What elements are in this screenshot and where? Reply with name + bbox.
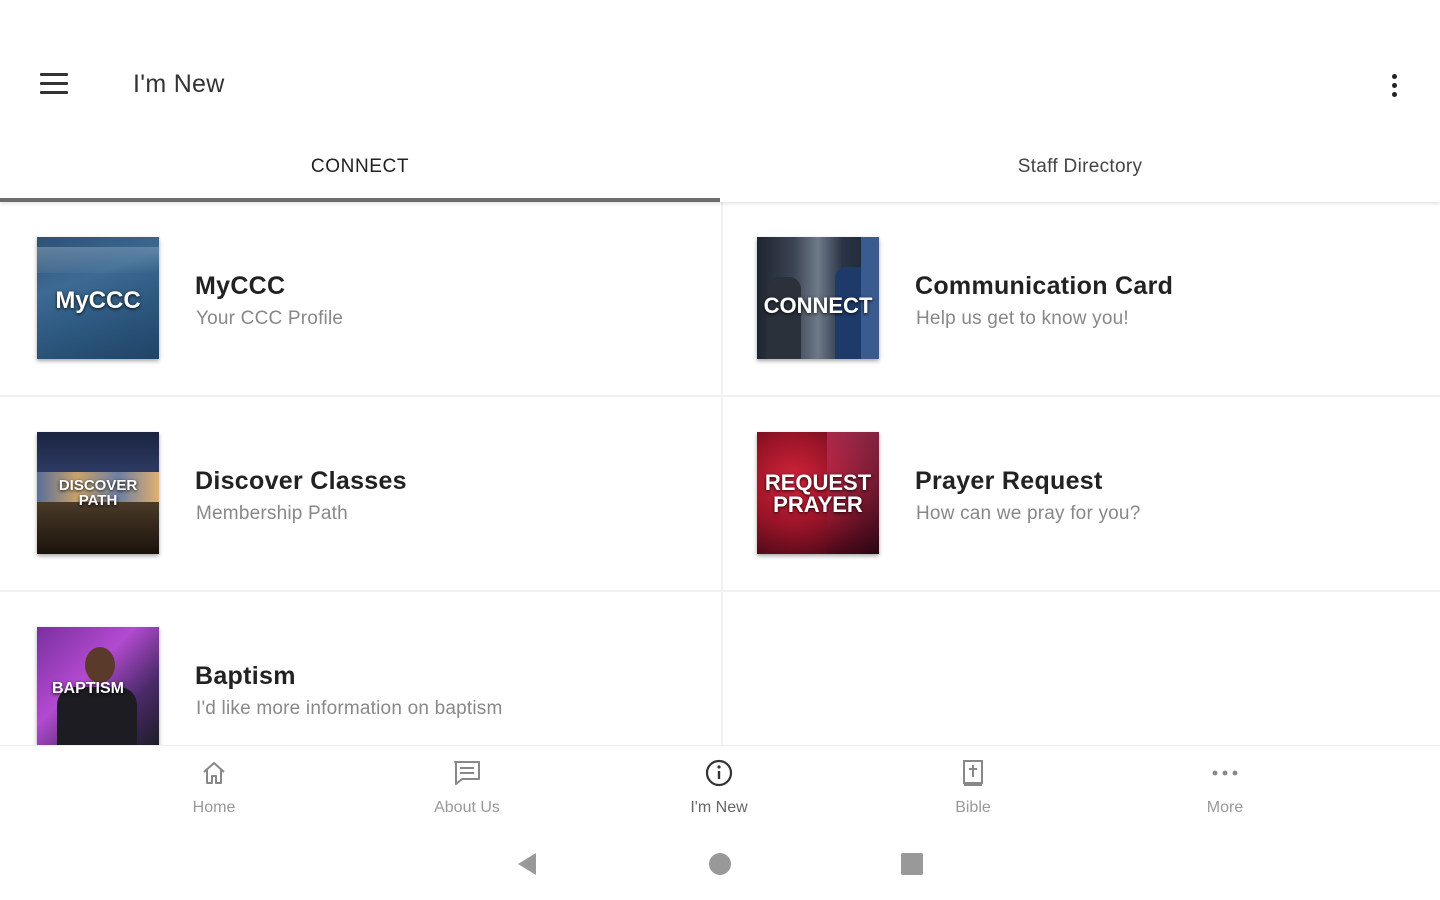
card-subtitle: Membership Path [196,503,348,524]
tab-connect[interactable]: CONNECT [0,132,720,202]
page-title: I'm New [133,70,225,98]
thumb-label: BAPTISM [52,680,124,697]
card-title: Baptism [195,662,296,690]
tab-staff-directory[interactable]: Staff Directory [720,132,1440,202]
card-subtitle: I'd like more information on baptism [196,698,503,719]
card-discover-classes[interactable]: DISCOVER PATH Discover Classes Membershi… [0,397,718,590]
info-icon [705,759,733,787]
card-title: Discover Classes [195,467,407,495]
card-subtitle: How can we pray for you? [916,503,1141,524]
nav-label: I'm New [690,799,748,816]
app-bar: I'm New [0,0,1440,132]
card-myccc[interactable]: MyCCC MyCCC Your CCC Profile [0,202,718,395]
thumb-label: REQUEST PRAYER [764,470,872,517]
hamburger-menu-icon[interactable] [30,66,78,106]
bible-icon [963,760,983,786]
more-vertical-icon[interactable] [1380,66,1410,106]
nav-about-us[interactable]: About Us [397,746,537,826]
card-baptism[interactable]: BAPTISM Baptism I'd like more informatio… [0,592,718,745]
recents-icon[interactable] [900,853,924,875]
nav-label: More [1206,799,1244,816]
discover-classes-thumbnail: DISCOVER PATH [37,432,159,554]
home-circle-icon[interactable] [708,852,732,876]
thumb-label: CONNECT [763,293,873,318]
thumb-label: DISCOVER PATH [58,477,138,509]
communication-card-thumbnail: CONNECT [757,237,879,359]
card-title: MyCCC [195,272,286,300]
bottom-navigation: Home About Us I'm New Bible More [0,745,1440,825]
nav-bible[interactable]: Bible [903,746,1043,826]
nav-label: Bible [955,799,991,816]
nav-home[interactable]: Home [144,746,284,826]
nav-more[interactable]: More [1155,746,1295,826]
card-prayer-request[interactable]: REQUEST PRAYER Prayer Request How can we… [720,397,1438,590]
card-title: Prayer Request [915,467,1103,495]
baptism-thumbnail: BAPTISM [37,627,159,745]
card-title: Communication Card [915,272,1174,300]
prayer-request-thumbnail: REQUEST PRAYER [757,432,879,554]
back-icon[interactable] [514,851,540,877]
card-communication[interactable]: CONNECT Communication Card Help us get t… [720,202,1438,395]
card-subtitle: Help us get to know you! [916,308,1129,329]
nav-label: About Us [434,799,500,816]
tab-indicator [0,198,720,202]
tab-bar: CONNECT Staff Directory [0,132,1440,202]
nav-im-new[interactable]: I'm New [649,746,789,826]
message-icon [454,761,480,785]
more-horizontal-icon [1212,770,1238,776]
card-subtitle: Your CCC Profile [196,308,344,329]
connect-grid: MyCCC MyCCC Your CCC Profile CONNECT Com… [0,202,1440,745]
system-nav-bar [0,825,1440,900]
home-icon [203,762,225,784]
thumb-label: MyCCC [55,287,141,314]
myccc-thumbnail: MyCCC [37,237,159,359]
nav-label: Home [192,799,236,816]
